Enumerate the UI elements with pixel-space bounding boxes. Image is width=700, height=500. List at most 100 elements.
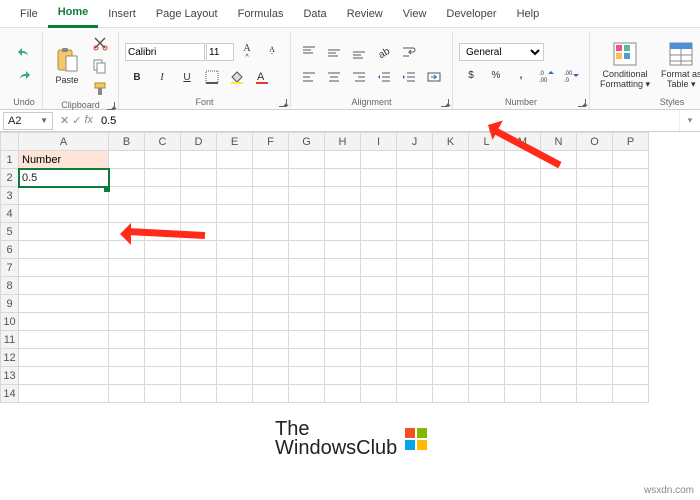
cell-K11[interactable] xyxy=(433,331,469,349)
cell-B10[interactable] xyxy=(109,313,145,331)
cell-F4[interactable] xyxy=(253,205,289,223)
cell-J14[interactable] xyxy=(397,385,433,403)
align-middle-button[interactable] xyxy=(322,41,346,63)
cell-L4[interactable] xyxy=(469,205,505,223)
cell-I12[interactable] xyxy=(361,349,397,367)
cell-A6[interactable] xyxy=(19,241,109,259)
cell-G9[interactable] xyxy=(289,295,325,313)
row-header-7[interactable]: 7 xyxy=(1,259,19,277)
cell-G12[interactable] xyxy=(289,349,325,367)
cell-L2[interactable] xyxy=(469,169,505,187)
cell-M9[interactable] xyxy=(505,295,541,313)
cell-M8[interactable] xyxy=(505,277,541,295)
cell-M7[interactable] xyxy=(505,259,541,277)
cell-E3[interactable] xyxy=(217,187,253,205)
cell-K4[interactable] xyxy=(433,205,469,223)
cell-A8[interactable] xyxy=(19,277,109,295)
cell-L14[interactable] xyxy=(469,385,505,403)
cell-L5[interactable] xyxy=(469,223,505,241)
cell-L6[interactable] xyxy=(469,241,505,259)
cell-L11[interactable] xyxy=(469,331,505,349)
cell-N1[interactable] xyxy=(541,151,577,169)
cell-O5[interactable] xyxy=(577,223,613,241)
cell-C12[interactable] xyxy=(145,349,181,367)
cell-M6[interactable] xyxy=(505,241,541,259)
cell-L10[interactable] xyxy=(469,313,505,331)
cell-B14[interactable] xyxy=(109,385,145,403)
cell-H2[interactable] xyxy=(325,169,361,187)
currency-button[interactable]: $ xyxy=(459,64,483,86)
cell-P12[interactable] xyxy=(613,349,649,367)
cell-B1[interactable] xyxy=(109,151,145,169)
cell-O9[interactable] xyxy=(577,295,613,313)
cell-J3[interactable] xyxy=(397,187,433,205)
cell-F2[interactable] xyxy=(253,169,289,187)
cell-F5[interactable] xyxy=(253,223,289,241)
cell-K13[interactable] xyxy=(433,367,469,385)
row-header-4[interactable]: 4 xyxy=(1,205,19,223)
row-header-10[interactable]: 10 xyxy=(1,313,19,331)
cell-J10[interactable] xyxy=(397,313,433,331)
formula-input[interactable] xyxy=(97,112,679,130)
cell-D6[interactable] xyxy=(181,241,217,259)
cell-E10[interactable] xyxy=(217,313,253,331)
col-header-O[interactable]: O xyxy=(577,133,613,151)
cell-O14[interactable] xyxy=(577,385,613,403)
col-header-N[interactable]: N xyxy=(541,133,577,151)
col-header-H[interactable]: H xyxy=(325,133,361,151)
paste-button[interactable]: Paste xyxy=(49,44,85,88)
align-bottom-button[interactable] xyxy=(347,41,371,63)
cell-E13[interactable] xyxy=(217,367,253,385)
cell-J5[interactable] xyxy=(397,223,433,241)
row-header-13[interactable]: 13 xyxy=(1,367,19,385)
cell-A4[interactable] xyxy=(19,205,109,223)
cell-H8[interactable] xyxy=(325,277,361,295)
cell-O13[interactable] xyxy=(577,367,613,385)
cell-M2[interactable] xyxy=(505,169,541,187)
cell-F13[interactable] xyxy=(253,367,289,385)
cell-M13[interactable] xyxy=(505,367,541,385)
cell-I3[interactable] xyxy=(361,187,397,205)
cell-G3[interactable] xyxy=(289,187,325,205)
cell-E6[interactable] xyxy=(217,241,253,259)
cell-F9[interactable] xyxy=(253,295,289,313)
cell-I13[interactable] xyxy=(361,367,397,385)
cell-F3[interactable] xyxy=(253,187,289,205)
col-header-A[interactable]: A xyxy=(19,133,109,151)
cell-O7[interactable] xyxy=(577,259,613,277)
cell-H5[interactable] xyxy=(325,223,361,241)
cell-C8[interactable] xyxy=(145,277,181,295)
cell-B7[interactable] xyxy=(109,259,145,277)
cell-I14[interactable] xyxy=(361,385,397,403)
cell-C6[interactable] xyxy=(145,241,181,259)
cell-L13[interactable] xyxy=(469,367,505,385)
cell-I7[interactable] xyxy=(361,259,397,277)
cell-N8[interactable] xyxy=(541,277,577,295)
row-header-2[interactable]: 2 xyxy=(1,169,19,187)
cell-A9[interactable] xyxy=(19,295,109,313)
cell-A10[interactable] xyxy=(19,313,109,331)
undo-button[interactable] xyxy=(12,42,36,64)
tab-help[interactable]: Help xyxy=(507,2,550,26)
tab-review[interactable]: Review xyxy=(337,2,393,26)
cell-N11[interactable] xyxy=(541,331,577,349)
cell-N6[interactable] xyxy=(541,241,577,259)
cell-E2[interactable] xyxy=(217,169,253,187)
cell-O6[interactable] xyxy=(577,241,613,259)
cell-O2[interactable] xyxy=(577,169,613,187)
cell-I2[interactable] xyxy=(361,169,397,187)
cell-O4[interactable] xyxy=(577,205,613,223)
expand-formula-bar-button[interactable]: ▾ xyxy=(679,110,700,131)
cell-O1[interactable] xyxy=(577,151,613,169)
col-header-E[interactable]: E xyxy=(217,133,253,151)
cell-O12[interactable] xyxy=(577,349,613,367)
cell-J8[interactable] xyxy=(397,277,433,295)
font-color-button[interactable]: A xyxy=(250,66,274,88)
cell-I8[interactable] xyxy=(361,277,397,295)
font-size-select[interactable] xyxy=(206,43,234,61)
cell-K14[interactable] xyxy=(433,385,469,403)
cell-G1[interactable] xyxy=(289,151,325,169)
cell-P5[interactable] xyxy=(613,223,649,241)
comma-button[interactable]: , xyxy=(509,64,533,86)
number-launcher-icon[interactable] xyxy=(578,99,586,107)
